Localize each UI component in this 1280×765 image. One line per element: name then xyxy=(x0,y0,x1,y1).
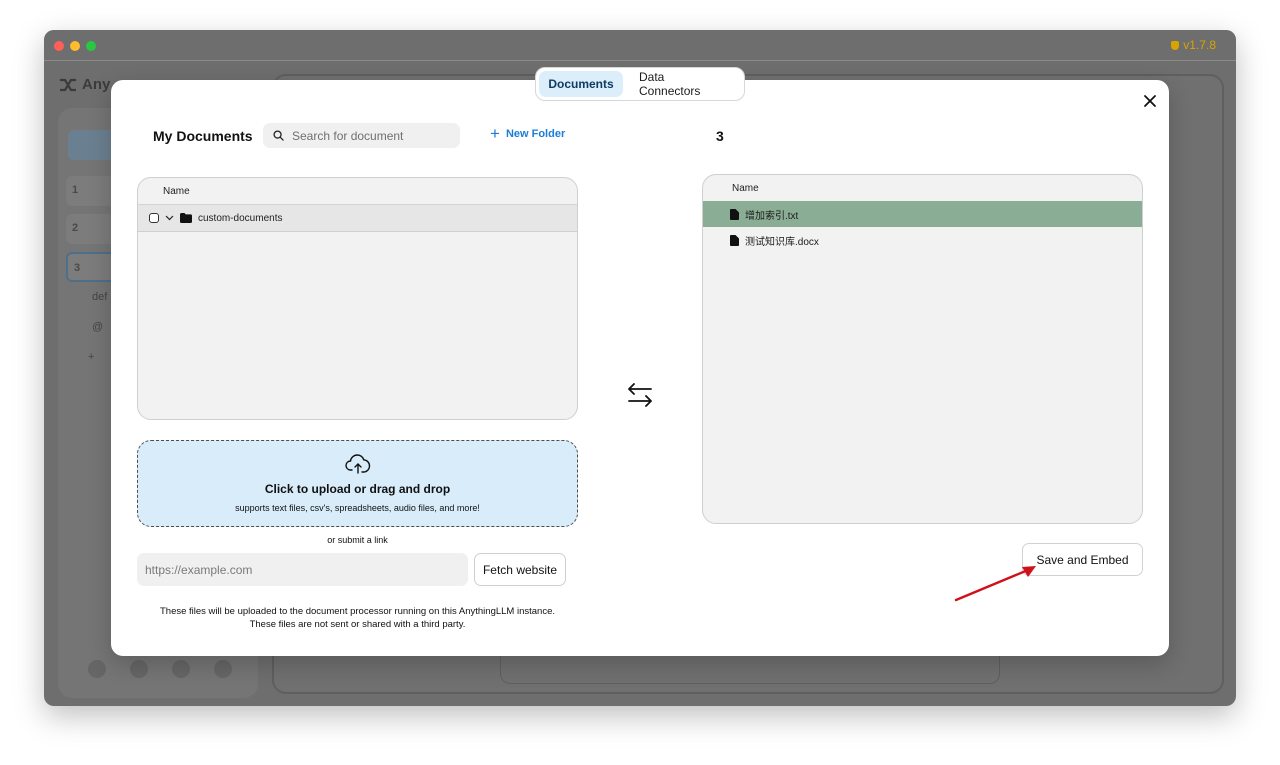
tab-documents[interactable]: Documents xyxy=(539,71,623,97)
shield-icon xyxy=(1171,40,1180,50)
close-icon xyxy=(1144,95,1156,107)
thread-item[interactable]: def xyxy=(92,291,107,303)
annotation-arrow xyxy=(954,566,1036,602)
privacy-notice: These files will be uploaded to the docu… xyxy=(137,605,578,631)
plus-icon: + xyxy=(490,124,500,143)
title-bar: v1.7.8 xyxy=(44,30,1236,61)
search-input[interactable] xyxy=(292,128,452,143)
minimize-window-button[interactable] xyxy=(70,41,80,51)
logo-icon xyxy=(60,78,76,91)
workspace-item[interactable]: 2 xyxy=(66,214,116,244)
folder-name: custom-documents xyxy=(198,212,283,224)
version-badge: v1.7.8 xyxy=(1171,38,1216,52)
folder-icon xyxy=(180,213,192,223)
fetch-website-button[interactable]: Fetch website xyxy=(474,553,566,586)
logo-text: Any xyxy=(82,76,111,93)
workspace-item[interactable]: 1 xyxy=(66,176,116,206)
submit-link-label: or submit a link xyxy=(327,535,388,545)
workspace-label: 1 xyxy=(72,184,79,196)
workspace-label: 2 xyxy=(72,222,79,234)
close-window-button[interactable] xyxy=(54,41,64,51)
tab-data-connectors[interactable]: Data Connectors xyxy=(627,70,737,98)
new-folder-label: New Folder xyxy=(505,128,566,140)
file-row-selected[interactable]: 增加索引.txt xyxy=(703,201,1142,227)
workspace-item-selected[interactable]: 3 xyxy=(66,252,116,282)
community-icon[interactable] xyxy=(88,660,106,678)
new-folder-button[interactable]: + New Folder xyxy=(490,124,566,143)
upload-subtitle: supports text files, csv's, spreadsheets… xyxy=(235,503,480,513)
thread-item[interactable]: @ xyxy=(92,321,103,333)
my-documents-title: My Documents xyxy=(153,128,253,144)
column-header-name: Name xyxy=(732,182,759,194)
settings-icon[interactable] xyxy=(214,660,232,678)
file-name: 测试知识库.docx xyxy=(745,236,819,248)
workspace-document-count: 3 xyxy=(716,128,724,144)
my-documents-panel: Name custom-documents xyxy=(137,177,578,420)
discord-icon[interactable] xyxy=(172,660,190,678)
cloud-upload-icon xyxy=(344,454,370,474)
url-input[interactable] xyxy=(137,553,468,586)
modal-tabs: Documents Data Connectors xyxy=(535,67,745,101)
workspace-label: 3 xyxy=(74,262,81,274)
search-icon xyxy=(273,130,284,141)
file-row[interactable]: 测试知识库.docx xyxy=(703,227,1142,253)
sidebar-footer xyxy=(88,660,232,678)
workspace-documents-panel: Name 增加索引.txt 测试知识库.docx xyxy=(702,174,1143,524)
folder-checkbox[interactable] xyxy=(149,213,159,223)
docs-icon[interactable] xyxy=(130,660,148,678)
maximize-window-button[interactable] xyxy=(86,41,96,51)
new-thread-item[interactable]: + xyxy=(88,351,94,363)
document-search xyxy=(263,123,460,148)
chevron-down-icon[interactable] xyxy=(165,215,174,221)
file-icon xyxy=(730,208,739,220)
folder-row[interactable]: custom-documents xyxy=(138,205,577,232)
file-name: 增加索引.txt xyxy=(745,210,799,222)
file-icon xyxy=(730,234,739,246)
privacy-notice-line: These files will be uploaded to the docu… xyxy=(159,606,555,617)
upload-title: Click to upload or drag and drop xyxy=(264,482,451,496)
app-logo: Any xyxy=(58,76,110,93)
close-modal-button[interactable] xyxy=(1141,92,1159,110)
version-label: v1.7.8 xyxy=(1183,38,1216,52)
upload-dropzone[interactable]: Click to upload or drag and drop support… xyxy=(137,440,578,527)
privacy-notice-line: These files are not sent or shared with … xyxy=(249,619,466,630)
swap-arrows-icon xyxy=(628,383,652,407)
column-header-name: Name xyxy=(138,178,577,205)
